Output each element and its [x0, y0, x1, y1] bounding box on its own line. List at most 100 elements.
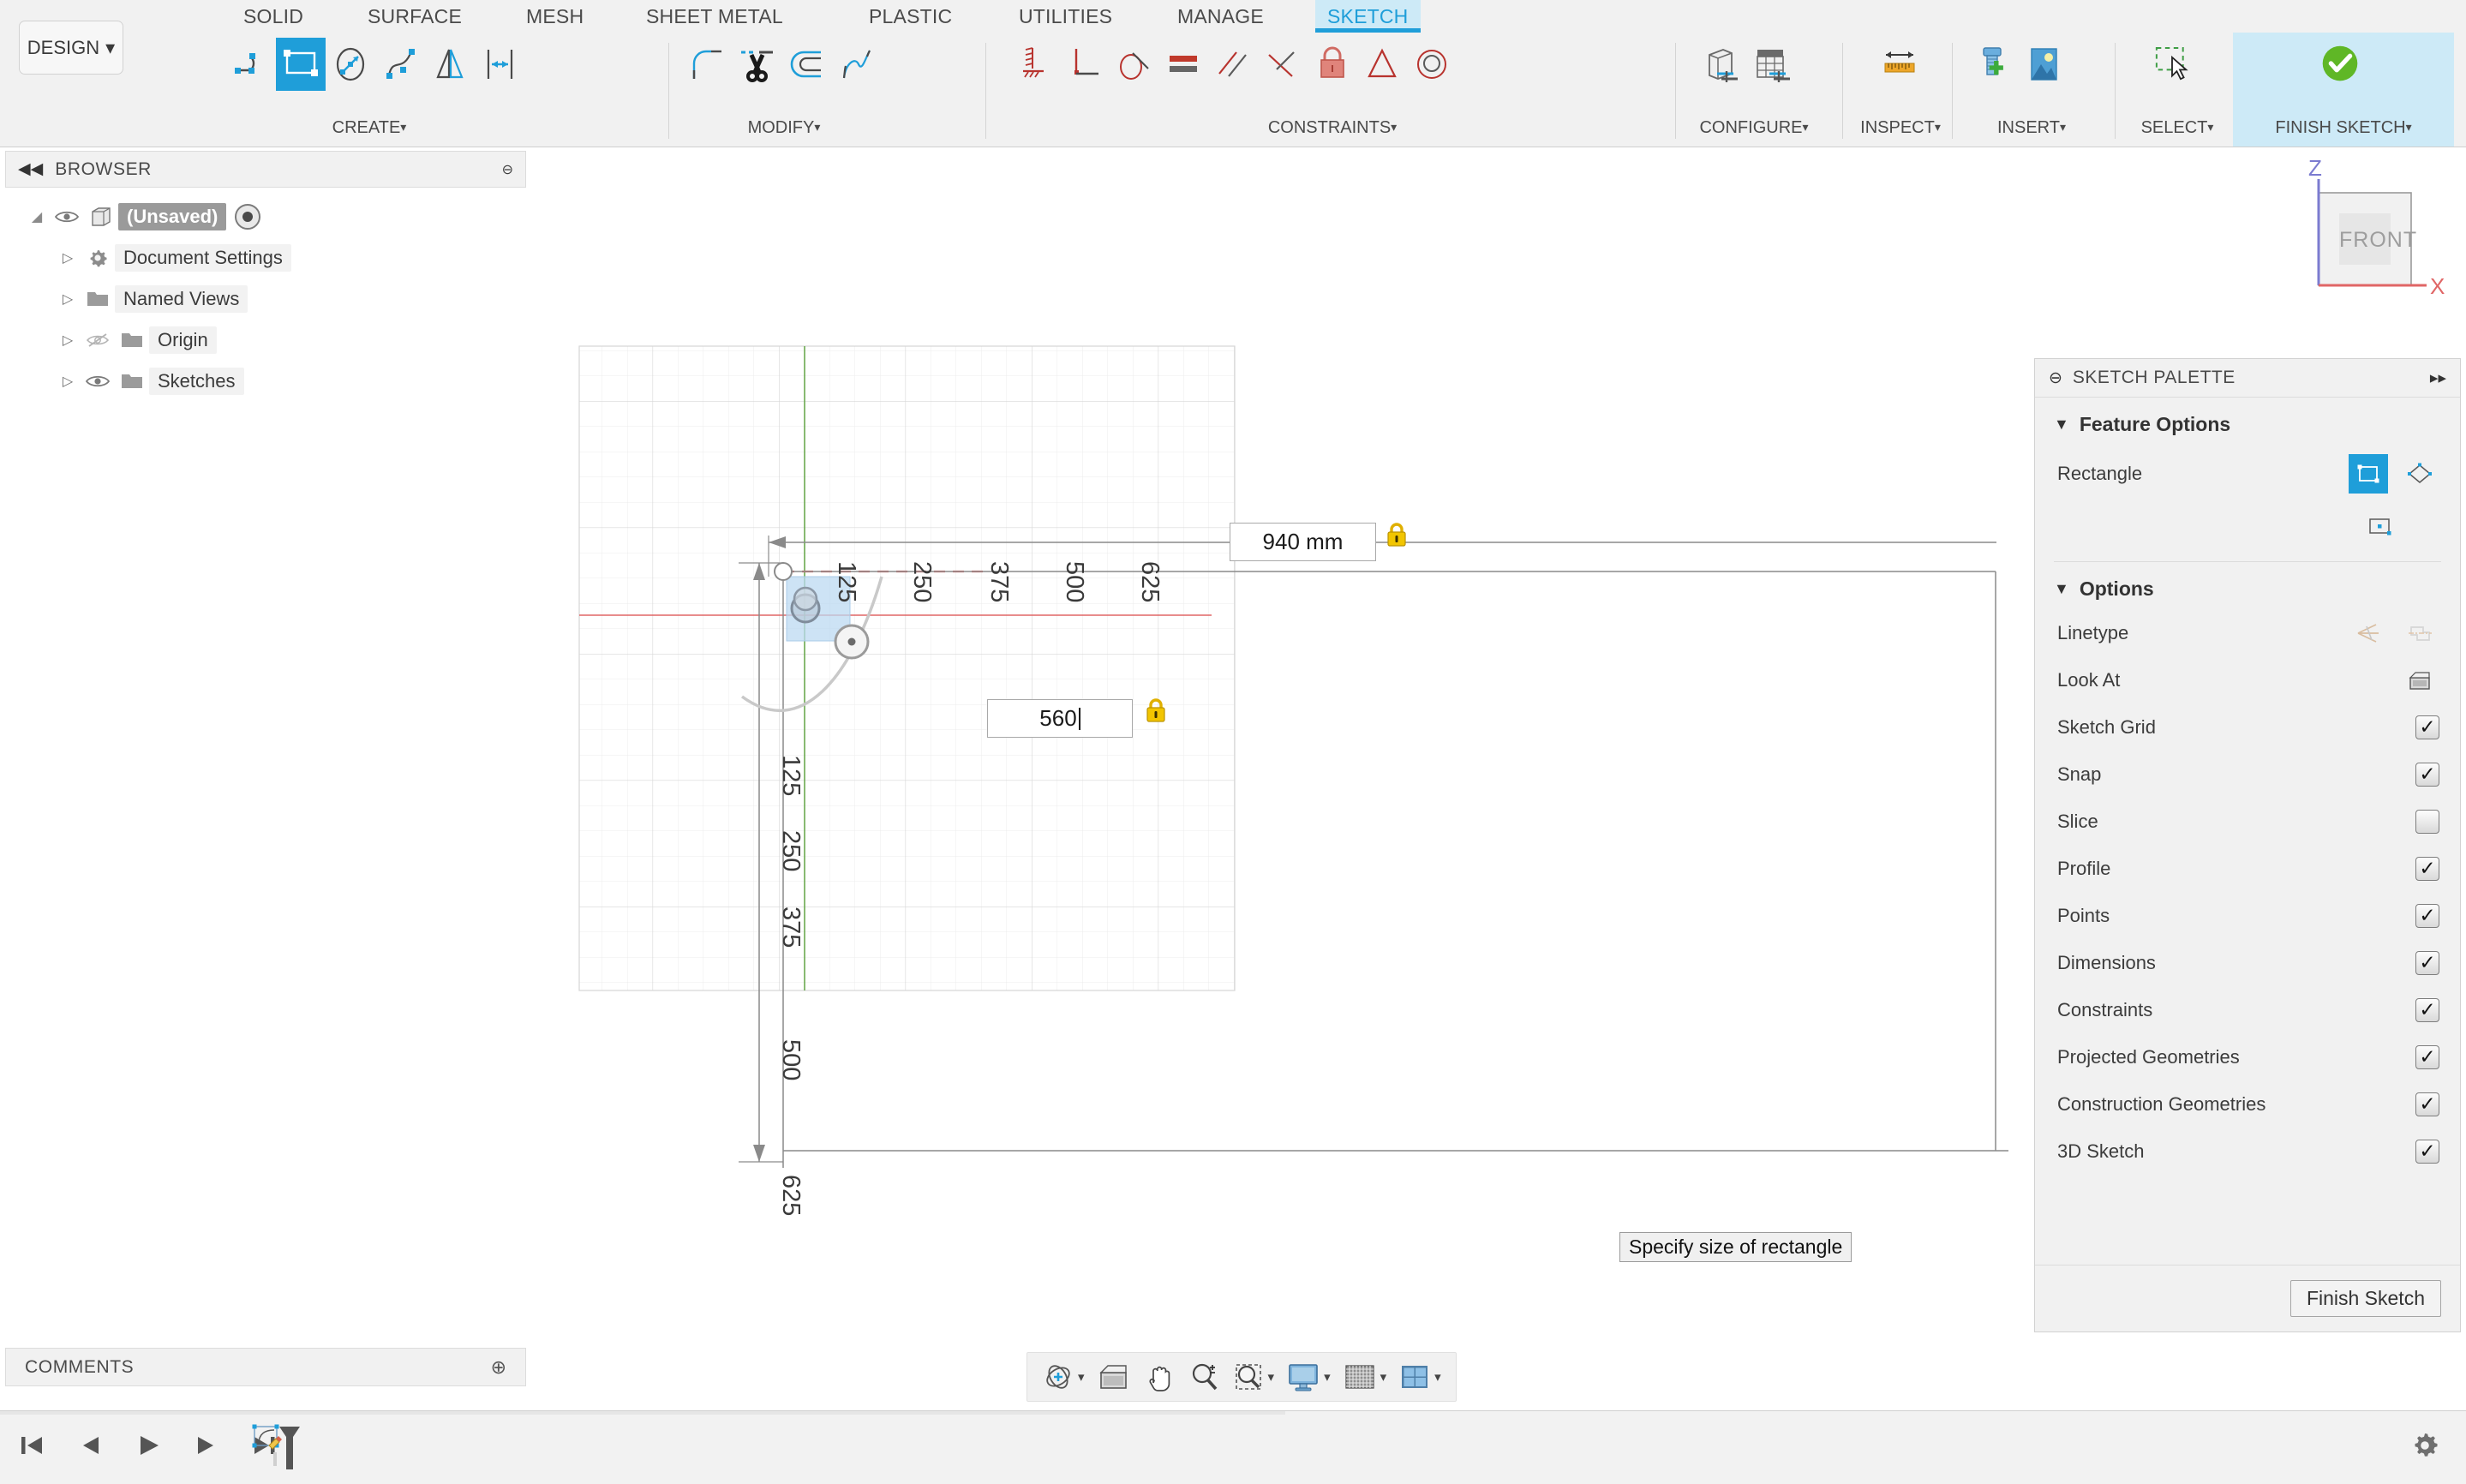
- construction-line-icon[interactable]: [2349, 613, 2388, 653]
- expand-arrow-icon[interactable]: ◢: [24, 208, 50, 225]
- panel-finish-sketch[interactable]: FINISH SKETCH▾: [2233, 33, 2454, 147]
- visibility-eye-icon[interactable]: [81, 374, 115, 389]
- constraint-lock-button[interactable]: [1308, 38, 1357, 91]
- constraint-symmetry-button[interactable]: [1357, 38, 1407, 91]
- insert-canvas-button[interactable]: [2019, 38, 2068, 91]
- constraint-perpendicular-button[interactable]: [1059, 38, 1109, 91]
- option-row-sketch-grid[interactable]: Sketch Grid ✓: [2035, 703, 2460, 751]
- activate-radio[interactable]: [235, 204, 261, 230]
- tab-sketch[interactable]: SKETCH: [1315, 0, 1421, 33]
- nav-zoom[interactable]: [1182, 1355, 1226, 1398]
- finish-sketch-palette-button[interactable]: Finish Sketch: [2289, 1280, 2441, 1317]
- tree-item-document-settings[interactable]: ▷ Document Settings: [5, 237, 526, 278]
- timeline-settings-button[interactable]: [2409, 1430, 2440, 1465]
- constraints-checkbox[interactable]: ✓: [2415, 997, 2439, 1022]
- section-options[interactable]: ▼ Options: [2035, 562, 2460, 609]
- navigation-toolbar[interactable]: ▾ ▾ ▾ ▾ ▾: [1027, 1352, 1457, 1402]
- tab-sheet-metal[interactable]: SHEET METAL: [634, 0, 795, 33]
- nav-display-settings[interactable]: ▾: [1280, 1355, 1337, 1398]
- nav-orbit[interactable]: ▾: [1036, 1355, 1091, 1398]
- chevron-down-icon[interactable]: ▾: [1434, 1369, 1441, 1385]
- modify-fillet-button[interactable]: [682, 38, 732, 91]
- option-row-dimensions[interactable]: Dimensions ✓: [2035, 939, 2460, 986]
- sketch-grid-checkbox[interactable]: ✓: [2415, 715, 2439, 739]
- go-to-start-icon[interactable]: [12, 1423, 51, 1468]
- constraint-parallel-button[interactable]: [1208, 38, 1258, 91]
- look-at-icon[interactable]: [2400, 661, 2439, 700]
- constraint-fix-button[interactable]: [1009, 38, 1059, 91]
- tab-plastic[interactable]: PLASTIC: [857, 0, 964, 33]
- constraint-midpoint-button[interactable]: [1258, 38, 1308, 91]
- step-back-icon[interactable]: [70, 1423, 110, 1468]
- lock-icon-width[interactable]: [1386, 522, 1408, 552]
- rectangle-center-icon[interactable]: [2361, 507, 2400, 547]
- create-line-button[interactable]: [226, 38, 276, 91]
- option-row-projected-geometries[interactable]: Projected Geometries ✓: [2035, 1033, 2460, 1080]
- snap-checkbox[interactable]: ✓: [2415, 762, 2439, 787]
- modify-curvature-button[interactable]: [831, 38, 881, 91]
- configure-model-button[interactable]: [1696, 38, 1745, 91]
- create-spline-button[interactable]: [375, 38, 425, 91]
- comments-panel[interactable]: COMMENTS ⊕: [5, 1348, 526, 1386]
- points-checkbox[interactable]: ✓: [2415, 903, 2439, 928]
- tree-item-origin[interactable]: ▷ Origin: [5, 320, 526, 361]
- nav-grid-snaps[interactable]: ▾: [1337, 1355, 1393, 1398]
- collapse-icon[interactable]: ◀◀: [18, 159, 43, 179]
- constraint-tangent-button[interactable]: [1109, 38, 1158, 91]
- constraint-concentric-button[interactable]: [1407, 38, 1457, 91]
- tab-utilities[interactable]: UTILITIES: [1007, 0, 1124, 33]
- nav-look-at[interactable]: [1091, 1355, 1137, 1398]
- tab-surface[interactable]: SURFACE: [356, 0, 474, 33]
- modify-trim-button[interactable]: [732, 38, 781, 91]
- tree-item-named-views[interactable]: ▷ Named Views: [5, 278, 526, 320]
- tab-solid[interactable]: SOLID: [231, 0, 315, 33]
- select-tool-button[interactable]: [2147, 38, 2197, 91]
- 3d-sketch-checkbox[interactable]: ✓: [2415, 1139, 2439, 1164]
- create-rectangle-button[interactable]: [276, 38, 326, 91]
- play-icon[interactable]: [129, 1423, 168, 1468]
- constraint-equal-button[interactable]: [1158, 38, 1208, 91]
- rectangle-2point-icon[interactable]: [2349, 454, 2388, 494]
- create-mirror-button[interactable]: [425, 38, 475, 91]
- minimize-icon[interactable]: ⊖: [2049, 368, 2062, 388]
- rectangle-height-input[interactable]: 560: [987, 699, 1133, 738]
- expand-arrow-icon[interactable]: ▷: [55, 373, 81, 390]
- chevron-down-icon[interactable]: ▾: [1324, 1369, 1331, 1385]
- slice-checkbox[interactable]: [2415, 809, 2439, 834]
- rectangle-width-input[interactable]: 940 mm: [1230, 523, 1376, 561]
- modify-offset-button[interactable]: [781, 38, 831, 91]
- step-forward-icon[interactable]: [187, 1423, 226, 1468]
- option-row-constraints[interactable]: Constraints ✓: [2035, 986, 2460, 1033]
- dimensions-checkbox[interactable]: ✓: [2415, 950, 2439, 975]
- construction-geometries-checkbox[interactable]: ✓: [2415, 1092, 2439, 1116]
- rectangle-3point-icon[interactable]: [2400, 454, 2439, 494]
- nav-pan[interactable]: [1137, 1355, 1182, 1398]
- profile-checkbox[interactable]: ✓: [2415, 856, 2439, 881]
- timeline-feature-sketch[interactable]: [250, 1420, 310, 1477]
- configure-table-button[interactable]: [1745, 38, 1795, 91]
- lock-icon-height[interactable]: [1145, 697, 1167, 727]
- option-row-snap[interactable]: Snap ✓: [2035, 751, 2460, 798]
- tree-item-sketches[interactable]: ▷ Sketches: [5, 361, 526, 402]
- chevron-down-icon[interactable]: ▾: [1078, 1369, 1085, 1385]
- option-row-3d-sketch[interactable]: 3D Sketch ✓: [2035, 1128, 2460, 1175]
- view-cube[interactable]: Z X FRONT: [2283, 155, 2454, 307]
- create-circle-button[interactable]: [326, 38, 375, 91]
- chevron-down-icon[interactable]: ▾: [1268, 1369, 1275, 1385]
- nav-viewports[interactable]: ▾: [1392, 1355, 1447, 1398]
- option-row-profile[interactable]: Profile ✓: [2035, 845, 2460, 892]
- create-offset-button[interactable]: [475, 38, 524, 91]
- tree-item-unsaved[interactable]: ◢ (Unsaved): [5, 196, 526, 237]
- expand-arrow-icon[interactable]: ▷: [55, 290, 81, 308]
- minimize-icon[interactable]: ⊖: [502, 161, 513, 178]
- finish-sketch-button[interactable]: [2315, 38, 2365, 91]
- expand-arrow-icon[interactable]: ▷: [55, 332, 81, 349]
- visibility-eye-off-icon[interactable]: [81, 332, 115, 349]
- insert-mcmaster-button[interactable]: [1969, 38, 2019, 91]
- option-row-slice[interactable]: Slice: [2035, 798, 2460, 845]
- section-feature-options[interactable]: ▼ Feature Options: [2035, 398, 2460, 445]
- option-row-construction-geometries[interactable]: Construction Geometries ✓: [2035, 1080, 2460, 1128]
- inspect-measure-button[interactable]: [1875, 38, 1924, 91]
- tab-manage[interactable]: MANAGE: [1165, 0, 1276, 33]
- nav-zoom-window[interactable]: ▾: [1226, 1355, 1281, 1398]
